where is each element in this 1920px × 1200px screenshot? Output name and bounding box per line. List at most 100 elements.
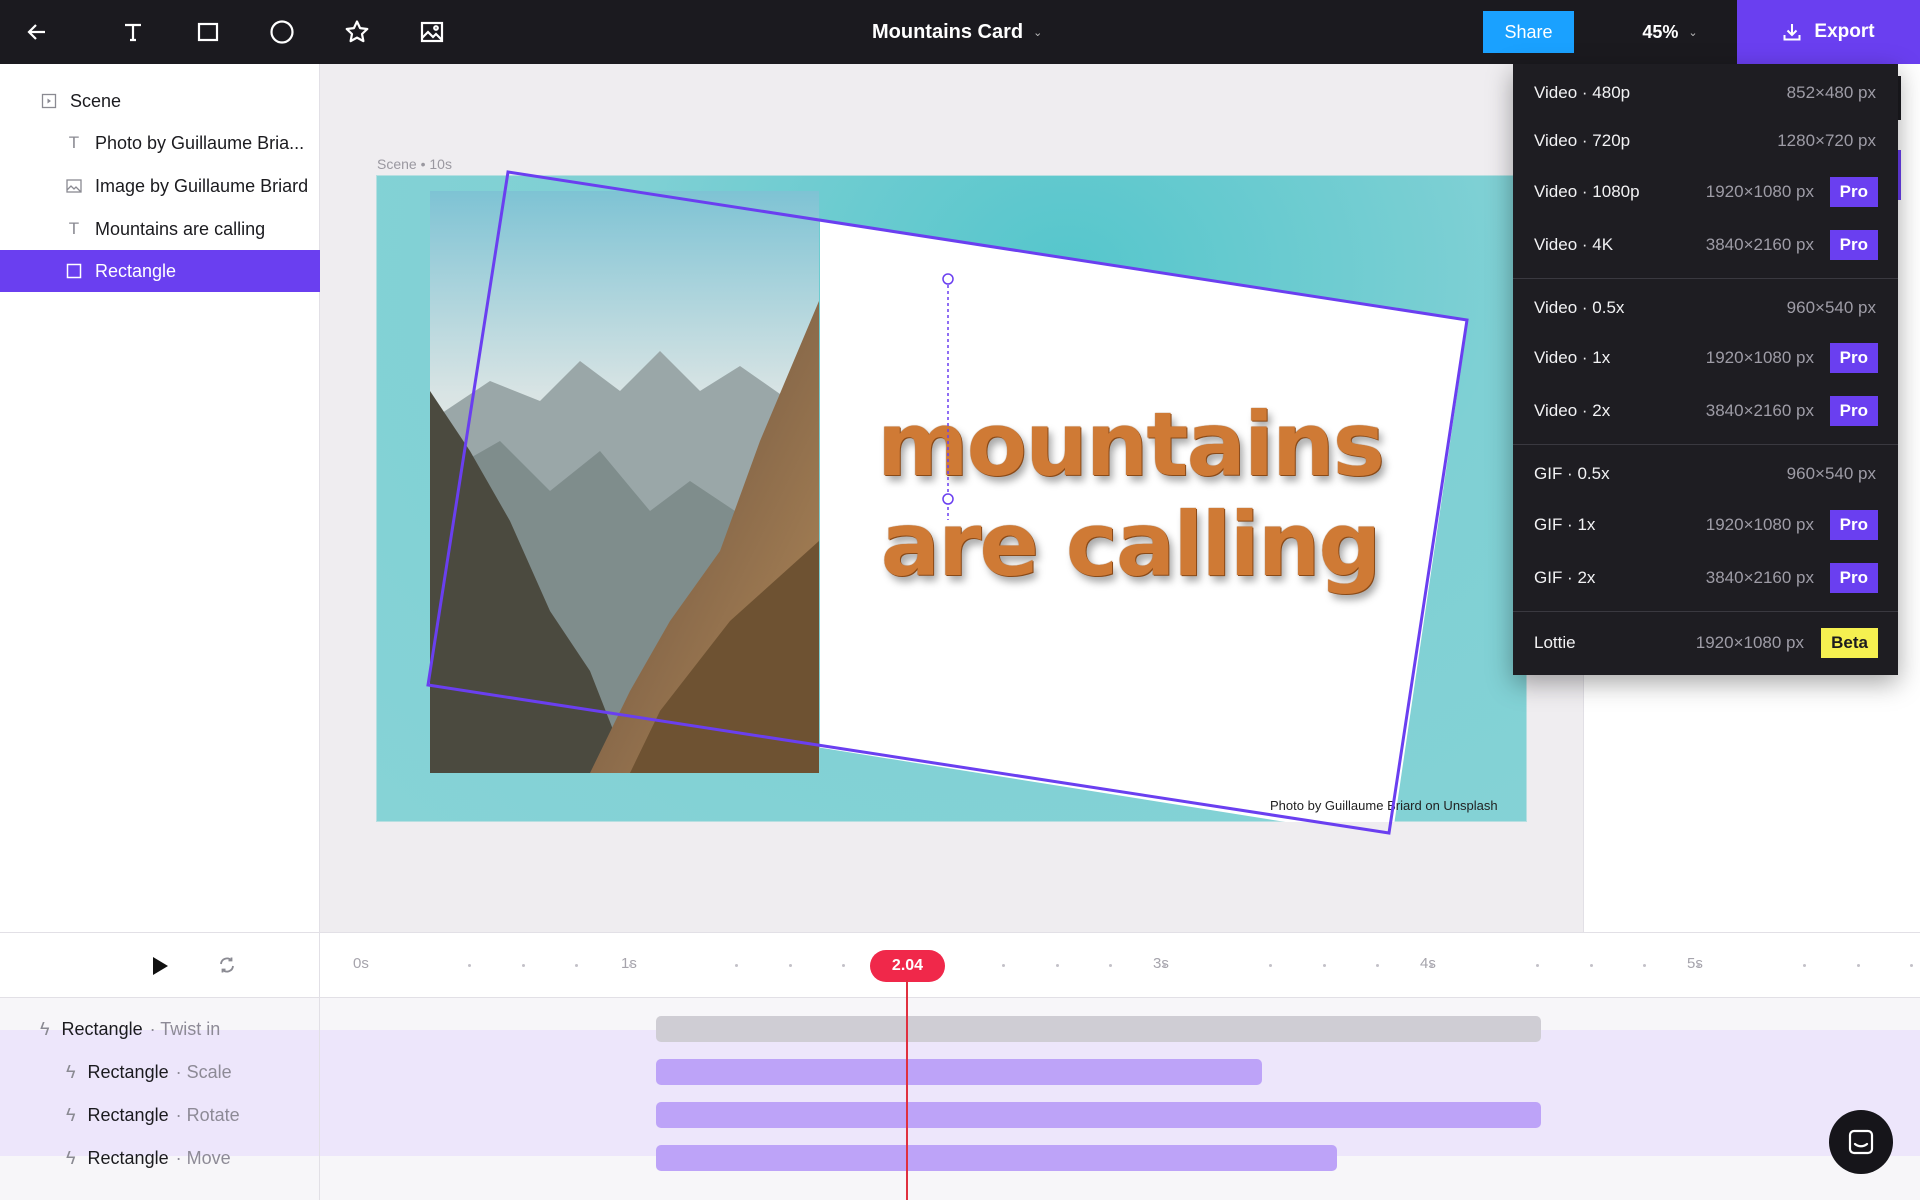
export-option-name: GIF · 0.5x [1534, 464, 1610, 483]
track-action: · Twist in [149, 1019, 221, 1039]
tick-dot [1162, 964, 1166, 967]
pro-badge: Pro [1829, 343, 1878, 373]
export-option-name: Video · 2x [1534, 401, 1611, 420]
layers-panel: Scene T Photo by Guillaume Bria... Image… [0, 64, 320, 932]
pro-badge: Pro [1829, 230, 1878, 260]
export-option-name: GIF · 1x [1534, 515, 1596, 534]
bolt-icon: ϟ [66, 1148, 76, 1168]
image-tool-icon[interactable] [409, 0, 455, 64]
headline-line-2: are calling [880, 493, 1382, 596]
track-label: ϟ Rectangle · Move [66, 1137, 231, 1180]
chat-support-button[interactable] [1829, 1110, 1893, 1174]
animation-bar[interactable] [656, 1145, 1337, 1171]
document-title-text: Mountains Card [872, 20, 1024, 43]
menu-divider [1513, 278, 1898, 279]
back-arrow-icon[interactable] [14, 0, 60, 64]
layer-item-rectangle[interactable]: Rectangle [0, 250, 320, 292]
track-name: Rectangle [87, 1062, 169, 1082]
photo-credit-text[interactable]: Photo by Guillaume Briard on Unsplash [1270, 798, 1498, 813]
export-button[interactable]: Export [1737, 0, 1920, 64]
layer-item-headline[interactable]: T Mountains are calling [0, 208, 320, 250]
ellipse-tool-icon[interactable] [259, 0, 305, 64]
export-option-video-0-5x[interactable]: Video · 0.5x 960×540 px [1513, 284, 1898, 332]
export-option-size: 1920×1080 px [1705, 515, 1814, 534]
export-option-size: 1920×1080 px [1695, 633, 1804, 652]
track-name: Rectangle [87, 1105, 169, 1125]
headline-line-1: mountains [876, 393, 1385, 496]
layer-item-photo-credit[interactable]: T Photo by Guillaume Bria... [0, 122, 320, 164]
animation-bar[interactable] [656, 1016, 1541, 1042]
text-icon: T [68, 219, 80, 238]
zoom-select[interactable]: 45% ⌄ [1620, 0, 1720, 64]
tick-dot [575, 964, 579, 967]
track-row[interactable]: ϟ Rectangle · Twist in [0, 1008, 1920, 1051]
document-title[interactable]: Mountains Card ⌄ [872, 0, 1042, 64]
pro-badge: Pro [1829, 177, 1878, 207]
export-option-size: 1920×1080 px [1705, 182, 1814, 201]
export-menu: Video · 480p 852×480 px Video · 720p 128… [1513, 64, 1898, 675]
layer-label: Scene [70, 90, 122, 111]
track-action: · Rotate [175, 1105, 240, 1125]
layer-label: Photo by Guillaume Bria... [95, 132, 305, 153]
export-option-gif-1x[interactable]: GIF · 1x 1920×1080 px Pro [1513, 501, 1898, 549]
tick-dot [788, 964, 792, 967]
track-label: ϟ Rectangle · Twist in [40, 1008, 220, 1051]
time-tick: 5s [1687, 955, 1703, 972]
tick-dot [1856, 964, 1860, 967]
export-option-video-2x[interactable]: Video · 2x 3840×2160 px Pro [1513, 387, 1898, 435]
tick-dot [1910, 964, 1914, 967]
timeline-header: 0s 1s 3s 4s 5s 2.04 [0, 932, 1920, 999]
share-button[interactable]: Share [1483, 11, 1574, 53]
export-option-name: Video · 480p [1534, 83, 1631, 102]
headline-text[interactable]: mountains are calling [870, 395, 1390, 595]
layer-item-scene[interactable]: Scene [0, 80, 320, 122]
export-option-size: 852×480 px [1786, 83, 1876, 102]
loop-icon[interactable] [217, 955, 237, 980]
animation-bar[interactable] [656, 1059, 1262, 1085]
export-label: Export [1814, 21, 1875, 42]
track-name: Rectangle [87, 1148, 169, 1168]
top-toolbar: Mountains Card ⌄ Share 45% ⌄ Export [0, 0, 1920, 64]
layer-label: Mountains are calling [95, 218, 266, 239]
mountain-photo[interactable] [430, 191, 819, 773]
playhead-time[interactable]: 2.04 [870, 950, 945, 982]
beta-badge: Beta [1821, 628, 1878, 658]
layer-item-image[interactable]: Image by Guillaume Briard [0, 165, 320, 207]
export-option-name: Video · 0.5x [1534, 298, 1625, 317]
tick-dot [1322, 964, 1326, 967]
tick-dot [735, 964, 739, 967]
export-option-gif-0-5x[interactable]: GIF · 0.5x 960×540 px [1513, 450, 1898, 498]
export-option-size: 3840×2160 px [1705, 401, 1814, 420]
export-option-gif-2x[interactable]: GIF · 2x 3840×2160 px Pro [1513, 554, 1898, 602]
export-option-name: Lottie [1534, 633, 1576, 652]
track-row[interactable]: ϟ Rectangle · Move [0, 1137, 1920, 1180]
export-option-lottie[interactable]: Lottie 1920×1080 px Beta [1513, 619, 1898, 667]
zoom-value: 45% [1642, 21, 1679, 42]
export-option-video-1080p[interactable]: Video · 1080p 1920×1080 px Pro [1513, 168, 1898, 216]
track-action: · Scale [175, 1062, 232, 1082]
export-option-video-1x[interactable]: Video · 1x 1920×1080 px Pro [1513, 334, 1898, 382]
time-tick: 0s [353, 955, 369, 972]
chat-icon [1848, 1129, 1874, 1155]
export-option-size: 960×540 px [1786, 464, 1876, 483]
export-option-video-4k[interactable]: Video · 4K 3840×2160 px Pro [1513, 221, 1898, 269]
playhead-line[interactable] [906, 980, 908, 1200]
layer-label: Rectangle [95, 260, 177, 281]
track-row[interactable]: ϟ Rectangle · Scale [0, 1051, 1920, 1094]
star-tool-icon[interactable] [334, 0, 380, 64]
timeline-tracks: ϟ Rectangle · Twist in ϟ Rectangle · Sca… [0, 998, 1920, 1200]
track-name: Rectangle [61, 1019, 143, 1039]
text-tool-icon[interactable] [110, 0, 156, 64]
layer-label: Image by Guillaume Briard [95, 175, 309, 196]
tick-dot [1269, 964, 1273, 967]
export-option-video-720p[interactable]: Video · 720p 1280×720 px [1513, 117, 1898, 165]
time-tick: 4s [1420, 955, 1436, 972]
play-icon[interactable] [150, 955, 170, 982]
track-row[interactable]: ϟ Rectangle · Rotate [0, 1094, 1920, 1137]
tick-dot [1002, 964, 1006, 967]
export-option-video-480p[interactable]: Video · 480p 852×480 px [1513, 69, 1898, 117]
export-option-name: Video · 4K [1534, 235, 1614, 254]
menu-divider [1513, 611, 1898, 612]
rectangle-tool-icon[interactable] [185, 0, 231, 64]
animation-bar[interactable] [656, 1102, 1541, 1128]
